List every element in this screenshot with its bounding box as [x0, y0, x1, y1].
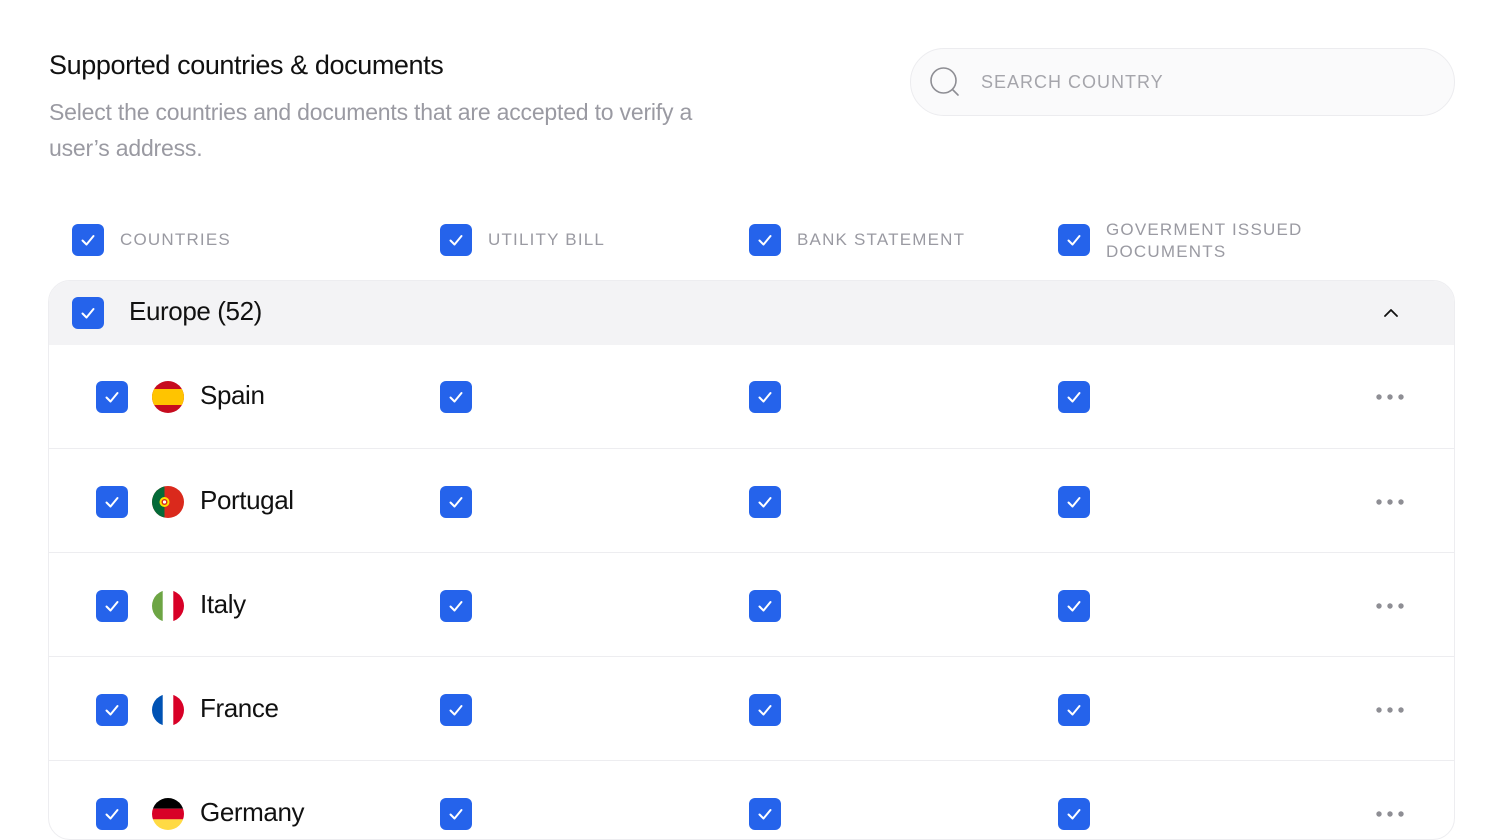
- select-all-utility-bill-checkbox[interactable]: [440, 224, 472, 256]
- chevron-up-icon[interactable]: [1381, 303, 1401, 323]
- spain-flag-icon: [152, 381, 184, 413]
- check-icon: [1067, 705, 1081, 716]
- search-bar[interactable]: [910, 48, 1455, 116]
- country-name: Spain: [200, 380, 265, 410]
- utility-bill-checkbox-spain[interactable]: [440, 381, 472, 413]
- column-header-utility-bill: UTILITY BILL: [488, 230, 606, 249]
- check-icon: [449, 809, 463, 820]
- italy-flag-icon: [152, 590, 184, 622]
- bank-statement-checkbox-italy[interactable]: [749, 590, 781, 622]
- check-icon: [105, 809, 119, 820]
- page-title: Supported countries & documents: [49, 50, 444, 80]
- table-row-france: France: [49, 656, 1454, 760]
- country-checkbox-portugal[interactable]: [96, 486, 128, 518]
- check-icon: [449, 705, 463, 716]
- utility-bill-checkbox-germany[interactable]: [440, 798, 472, 830]
- select-all-government-documents-checkbox[interactable]: [1058, 224, 1090, 256]
- bank-statement-checkbox-france[interactable]: [749, 694, 781, 726]
- country-name: Portugal: [200, 485, 294, 515]
- check-icon: [81, 235, 95, 246]
- country-checkbox-france[interactable]: [96, 694, 128, 726]
- row-actions-button-france[interactable]: [1365, 685, 1415, 735]
- check-icon: [105, 601, 119, 612]
- government-documents-checkbox-france[interactable]: [1058, 694, 1090, 726]
- check-icon: [449, 235, 463, 246]
- country-name: Italy: [200, 589, 246, 619]
- row-actions-button-germany[interactable]: [1365, 789, 1415, 839]
- check-icon: [1067, 497, 1081, 508]
- check-icon: [105, 705, 119, 716]
- more-horizontal-icon: [1376, 811, 1404, 817]
- check-icon: [758, 497, 772, 508]
- select-all-bank-statement-checkbox[interactable]: [749, 224, 781, 256]
- government-documents-checkbox-italy[interactable]: [1058, 590, 1090, 622]
- government-documents-checkbox-spain[interactable]: [1058, 381, 1090, 413]
- column-header-bank-statement: BANK STATEMENT: [797, 230, 966, 249]
- utility-bill-checkbox-portugal[interactable]: [440, 486, 472, 518]
- more-horizontal-icon: [1376, 603, 1404, 609]
- bank-statement-checkbox-portugal[interactable]: [749, 486, 781, 518]
- check-icon: [1067, 392, 1081, 403]
- table-row-portugal: Portugal: [49, 448, 1454, 552]
- government-documents-checkbox-germany[interactable]: [1058, 798, 1090, 830]
- search-country-input[interactable]: [979, 61, 1403, 103]
- group-europe-checkbox[interactable]: [72, 297, 104, 329]
- table-row-italy: Italy: [49, 552, 1454, 656]
- table-row-spain: Spain: [49, 345, 1454, 449]
- check-icon: [105, 497, 119, 508]
- more-horizontal-icon: [1376, 707, 1404, 713]
- check-icon: [758, 392, 772, 403]
- utility-bill-checkbox-italy[interactable]: [440, 590, 472, 622]
- page-subtitle: Select the countries and documents that …: [49, 99, 693, 161]
- group-label: Europe (52): [129, 296, 262, 326]
- check-icon: [449, 497, 463, 508]
- table-row-germany: Germany: [49, 760, 1454, 839]
- row-actions-button-spain[interactable]: [1365, 372, 1415, 422]
- country-checkbox-spain[interactable]: [96, 381, 128, 413]
- column-header-countries: COUNTRIES: [120, 230, 231, 249]
- check-icon: [758, 235, 772, 246]
- country-name: Germany: [200, 797, 305, 827]
- germany-flag-icon: [152, 798, 184, 830]
- country-checkbox-germany[interactable]: [96, 798, 128, 830]
- row-actions-button-italy[interactable]: [1365, 581, 1415, 631]
- check-icon: [758, 809, 772, 820]
- check-icon: [449, 392, 463, 403]
- check-icon: [105, 392, 119, 403]
- check-icon: [449, 601, 463, 612]
- france-flag-icon: [152, 694, 184, 726]
- check-icon: [1067, 235, 1081, 246]
- countries-table: Europe (52) Spain Portugal Italy France …: [48, 280, 1455, 840]
- country-name: France: [200, 693, 279, 723]
- supported-countries-panel: Supported countries & documents Select t…: [0, 0, 1504, 840]
- column-header-government-documents: GOVERMENT ISSUED DOCUMENTS: [1106, 220, 1303, 261]
- more-horizontal-icon: [1376, 499, 1404, 505]
- search-icon: [930, 67, 959, 96]
- row-actions-button-portugal[interactable]: [1365, 477, 1415, 527]
- group-header-europe[interactable]: Europe (52): [49, 281, 1454, 345]
- check-icon: [1067, 809, 1081, 820]
- bank-statement-checkbox-germany[interactable]: [749, 798, 781, 830]
- check-icon: [758, 601, 772, 612]
- bank-statement-checkbox-spain[interactable]: [749, 381, 781, 413]
- country-checkbox-italy[interactable]: [96, 590, 128, 622]
- utility-bill-checkbox-france[interactable]: [440, 694, 472, 726]
- check-icon: [1067, 601, 1081, 612]
- more-horizontal-icon: [1376, 394, 1404, 400]
- check-icon: [81, 308, 95, 319]
- government-documents-checkbox-portugal[interactable]: [1058, 486, 1090, 518]
- portugal-flag-icon: [152, 486, 184, 518]
- select-all-countries-checkbox[interactable]: [72, 224, 104, 256]
- check-icon: [758, 705, 772, 716]
